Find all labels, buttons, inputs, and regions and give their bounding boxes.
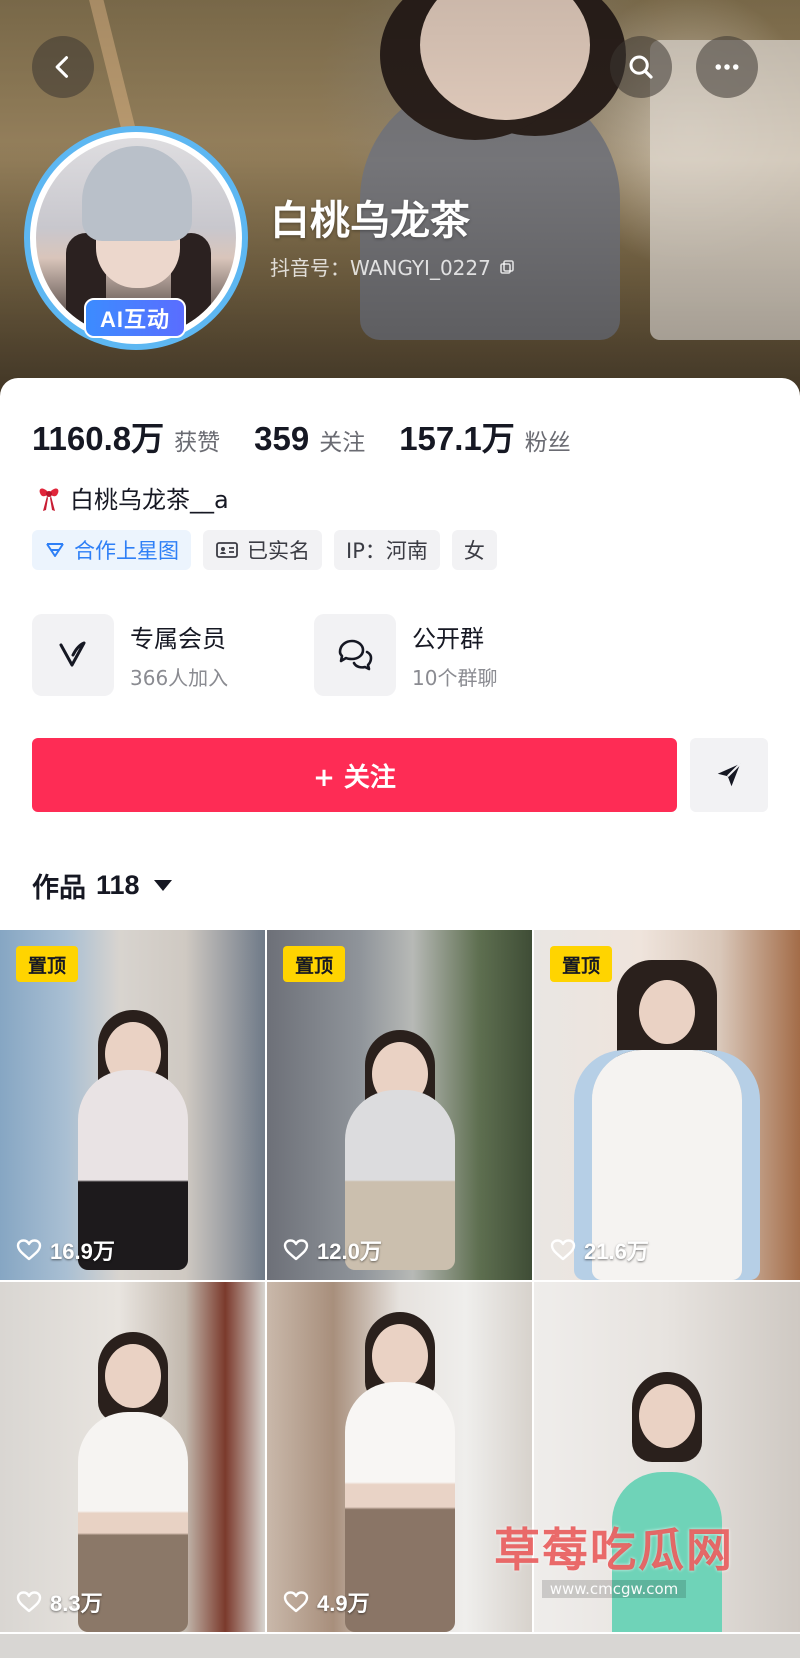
tag-verified[interactable]: 已实名 bbox=[203, 530, 322, 570]
tag-star-map-label: 合作上星图 bbox=[74, 539, 179, 563]
tag-gender: 女 bbox=[451, 530, 497, 570]
avatar-beanie bbox=[82, 146, 192, 241]
tag-verified-label: 已实名 bbox=[247, 539, 310, 563]
like-count: 12.0万 bbox=[283, 1234, 382, 1266]
stat-following-value: 359 bbox=[254, 420, 310, 457]
feature-membership-title: 专属会员 bbox=[130, 625, 226, 653]
douyin-id[interactable]: 抖音号：WANGYI_0227 bbox=[270, 252, 515, 281]
like-count: 8.3万 bbox=[16, 1586, 103, 1618]
watermark: 草莓吃瓜网 www.cmcgw.com bbox=[484, 1508, 744, 1604]
id-card-icon bbox=[216, 542, 238, 558]
stat-followers-label: 粉丝 bbox=[524, 430, 571, 456]
feature-row: 专属会员 366人加入 公开群 10个群聊 bbox=[32, 614, 596, 696]
video-thumbnail[interactable]: 8.3万 bbox=[0, 1282, 265, 1632]
feature-membership[interactable]: 专属会员 366人加入 bbox=[32, 614, 314, 696]
like-count-text: 21.6万 bbox=[584, 1239, 649, 1264]
video-thumbnail[interactable]: 置顶 12.0万 bbox=[267, 930, 532, 1280]
group-chat-icon bbox=[338, 639, 373, 671]
works-tab[interactable]: 作品 118 bbox=[32, 866, 172, 905]
feature-group[interactable]: 公开群 10个群聊 bbox=[314, 614, 596, 696]
figure-head bbox=[371, 1324, 428, 1388]
watermark-title: 草莓吃瓜网 bbox=[494, 1523, 734, 1577]
like-count: 21.6万 bbox=[550, 1234, 649, 1266]
caret-down-icon bbox=[153, 880, 172, 891]
like-count-text: 12.0万 bbox=[317, 1239, 382, 1264]
send-icon bbox=[717, 763, 741, 787]
copy-icon[interactable] bbox=[499, 259, 515, 275]
like-count-text: 4.9万 bbox=[317, 1591, 370, 1616]
stat-followers-value: 157.1万 bbox=[399, 420, 515, 457]
heart-icon bbox=[550, 1239, 576, 1261]
tag-ip-location: IP：河南 bbox=[334, 530, 440, 570]
bio-text: 白桃乌龙茶__a bbox=[70, 486, 229, 514]
feature-group-title: 公开群 bbox=[412, 625, 484, 653]
feature-group-subtitle: 10个群聊 bbox=[412, 666, 498, 690]
star-map-icon bbox=[46, 543, 64, 557]
heart-icon bbox=[16, 1239, 42, 1261]
video-thumbnail[interactable]: 置顶 16.9万 bbox=[0, 930, 265, 1280]
feature-membership-icon-box bbox=[32, 614, 114, 696]
feature-membership-subtitle: 366人加入 bbox=[130, 666, 229, 690]
share-button[interactable] bbox=[690, 738, 768, 812]
watermark-url: www.cmcgw.com bbox=[541, 1580, 687, 1598]
stats-row: 1160.8万 获赞 359 关注 157.1万 粉丝 bbox=[32, 412, 571, 460]
video-thumbnail[interactable]: 置顶 21.6万 bbox=[534, 930, 800, 1280]
heart-icon bbox=[283, 1591, 309, 1613]
more-button[interactable] bbox=[696, 36, 758, 98]
ai-interact-badge[interactable]: AI互动 bbox=[84, 298, 186, 338]
figure-head bbox=[104, 1344, 161, 1408]
next-row-thumbnails bbox=[0, 1634, 800, 1658]
like-count-text: 8.3万 bbox=[50, 1591, 103, 1616]
pinned-badge: 置顶 bbox=[550, 946, 612, 982]
stat-likes[interactable]: 1160.8万 获赞 bbox=[32, 412, 220, 460]
more-horizontal-icon bbox=[715, 64, 739, 70]
search-button[interactable] bbox=[610, 36, 672, 98]
figure-head bbox=[639, 980, 695, 1044]
works-label: 作品 bbox=[32, 873, 86, 904]
tag-gender-label: 女 bbox=[463, 539, 485, 563]
ribbon-bow-icon bbox=[39, 488, 59, 511]
douyin-id-text: 抖音号：WANGYI_0227 bbox=[270, 256, 491, 280]
works-count: 118 bbox=[96, 870, 140, 900]
pinned-badge: 置顶 bbox=[16, 946, 78, 982]
search-icon bbox=[629, 55, 653, 79]
stat-following-label: 关注 bbox=[319, 430, 366, 456]
follow-button[interactable]: + 关注 bbox=[32, 738, 677, 812]
heart-icon bbox=[16, 1591, 42, 1613]
profile-bio: 白桃乌龙茶__a bbox=[36, 480, 229, 515]
heart-icon bbox=[283, 1239, 309, 1261]
stat-likes-value: 1160.8万 bbox=[32, 420, 165, 457]
feature-group-icon-box bbox=[314, 614, 396, 696]
stat-likes-label: 获赞 bbox=[174, 430, 221, 456]
profile-tags: 合作上星图 已实名 IP：河南 女 bbox=[32, 530, 497, 570]
chevron-left-icon bbox=[55, 56, 69, 78]
vip-v-icon bbox=[59, 641, 86, 667]
stat-following[interactable]: 359 关注 bbox=[254, 420, 365, 458]
stat-followers[interactable]: 157.1万 粉丝 bbox=[399, 412, 571, 460]
profile-card: 1160.8万 获赞 359 关注 157.1万 粉丝 白桃乌龙茶__a 合作上… bbox=[0, 378, 800, 938]
pinned-badge: 置顶 bbox=[283, 946, 345, 982]
tag-ip-label: IP：河南 bbox=[346, 539, 428, 563]
back-button[interactable] bbox=[32, 36, 94, 98]
like-count-text: 16.9万 bbox=[50, 1239, 115, 1264]
like-count: 16.9万 bbox=[16, 1234, 115, 1266]
figure-head bbox=[639, 1384, 695, 1448]
like-count: 4.9万 bbox=[283, 1586, 370, 1618]
profile-nickname: 白桃乌龙茶 bbox=[270, 198, 470, 244]
tag-star-map[interactable]: 合作上星图 bbox=[32, 530, 191, 570]
